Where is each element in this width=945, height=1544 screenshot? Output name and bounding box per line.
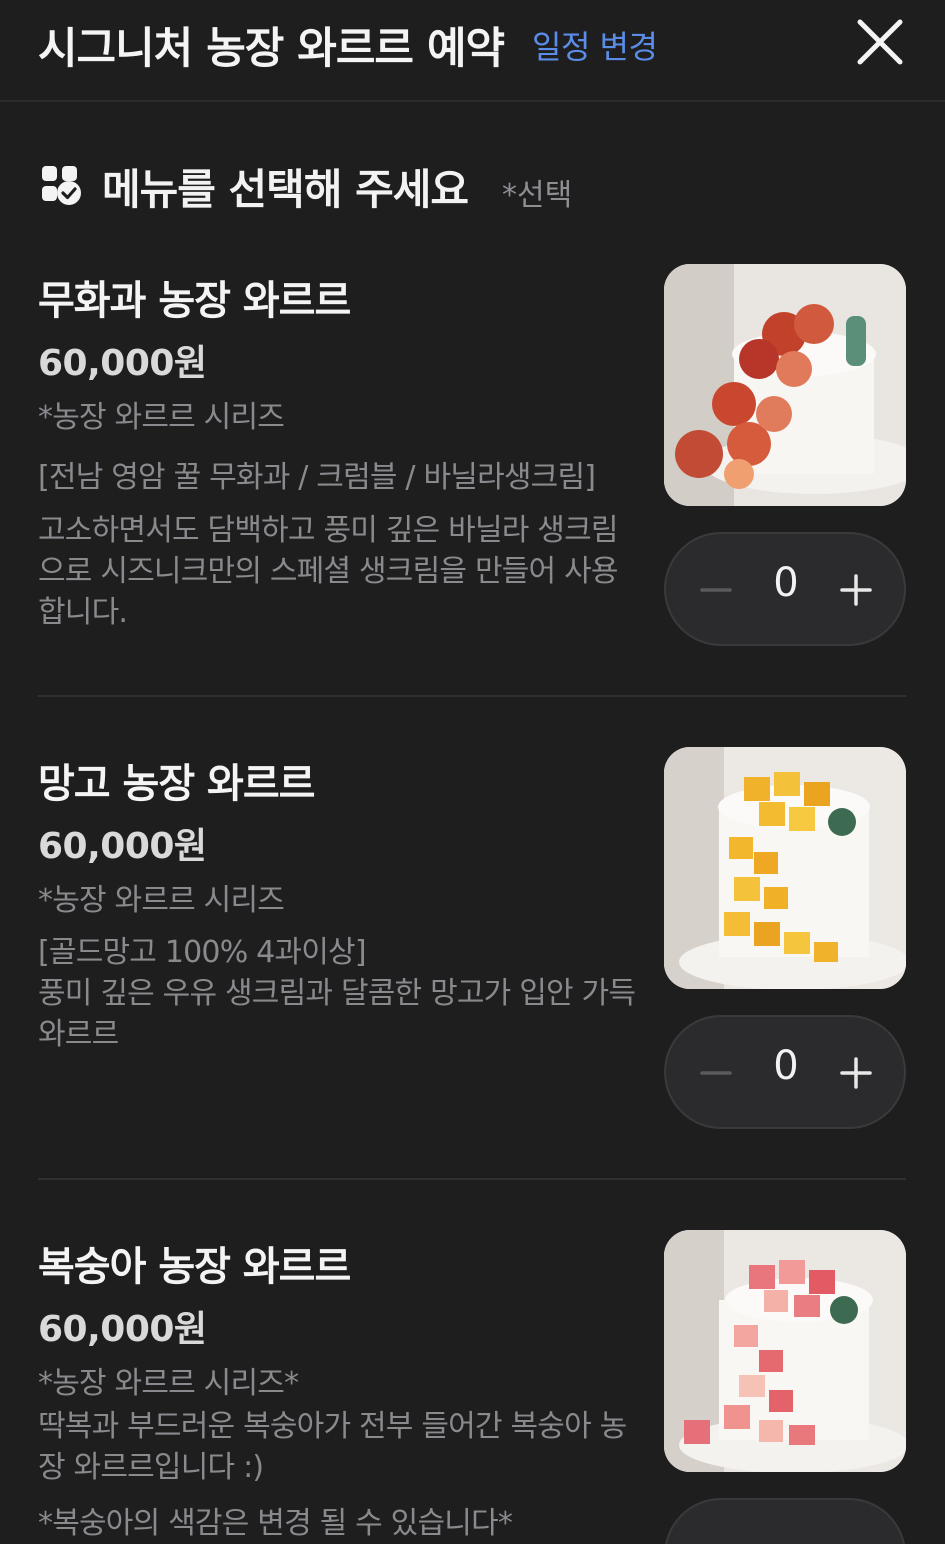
item-series: *농장 와르르 시리즈 xyxy=(38,883,285,918)
item-description: 풍미 깊은 우유 생크림과 달콤한 망고가 입안 가득 와르르 xyxy=(38,976,636,1052)
menu-item-fig: 무화과 농장 와르르 60,000원 *농장 와르르 시리즈 [전남 영암 꿀 … xyxy=(0,262,945,692)
reservation-page: 시그니처 농장 와르르 예약 일정 변경 메뉴를 선택해 주세요 *선택 무화과… xyxy=(0,0,945,1544)
mango-cake-image xyxy=(664,747,906,989)
item-description: 고소하면서도 담백하고 풍미 깊은 바닐라 생크림으로 시즈니크만의 스페셜 생… xyxy=(38,513,618,630)
close-button[interactable] xyxy=(852,14,908,70)
item-description: 딱복과 부드러운 복숭아가 전부 들어간 복숭아 농장 와르르입니다 :) xyxy=(38,1409,627,1485)
menu-section-header: 메뉴를 선택해 주세요 *선택 xyxy=(40,152,900,214)
item-series: *농장 와르르 시리즈 xyxy=(38,400,285,435)
item-price: 60,000원 xyxy=(38,343,207,384)
menu-item-mango: 망고 농장 와르르 60,000원 *농장 와르르 시리즈 [골드망고 100%… xyxy=(0,745,945,1175)
section-title: 메뉴를 선택해 주세요 xyxy=(102,165,469,214)
plus-icon[interactable] xyxy=(836,1045,876,1101)
quantity-value: 0 xyxy=(773,560,799,606)
quantity-stepper[interactable]: 0 xyxy=(664,1015,906,1129)
page-title: 시그니처 농장 와르르 예약 xyxy=(38,24,505,74)
quantity-value: 0 xyxy=(773,1043,799,1089)
item-series: *농장 와르르 시리즈* xyxy=(38,1366,299,1401)
item-note: *복숭아의 색감은 변경 될 수 있습니다* xyxy=(38,1506,513,1541)
item-name: 망고 농장 와르르 xyxy=(38,761,315,807)
close-icon xyxy=(857,19,903,65)
change-schedule-link[interactable]: 일정 변경 xyxy=(532,22,658,68)
item-ingredients: [골드망고 100% 4과이상] xyxy=(38,935,367,970)
section-note: *선택 xyxy=(502,178,573,213)
item-price: 60,000원 xyxy=(38,826,207,867)
quantity-stepper[interactable] xyxy=(664,1498,906,1544)
item-ingredients: [전남 영암 꿀 무화과 / 크럼블 / 바닐라생크림] xyxy=(38,460,596,495)
item-name: 무화과 농장 와르르 xyxy=(38,278,351,324)
plus-icon[interactable] xyxy=(836,562,876,618)
minus-icon[interactable] xyxy=(696,562,736,618)
item-divider xyxy=(38,1178,906,1180)
menu-item-peach: 복숭아 농장 와르르 60,000원 *농장 와르르 시리즈* 딱복과 부드러운… xyxy=(0,1228,945,1544)
item-name: 복숭아 농장 와르르 xyxy=(38,1244,351,1290)
item-divider xyxy=(38,695,906,697)
header: 시그니처 농장 와르르 예약 일정 변경 xyxy=(0,0,945,102)
fig-cake-image xyxy=(664,264,906,506)
peach-cake-image xyxy=(664,1230,906,1472)
quantity-stepper[interactable]: 0 xyxy=(664,532,906,646)
item-price: 60,000원 xyxy=(38,1309,207,1350)
menu-check-icon xyxy=(42,166,81,205)
minus-icon[interactable] xyxy=(696,1045,736,1101)
